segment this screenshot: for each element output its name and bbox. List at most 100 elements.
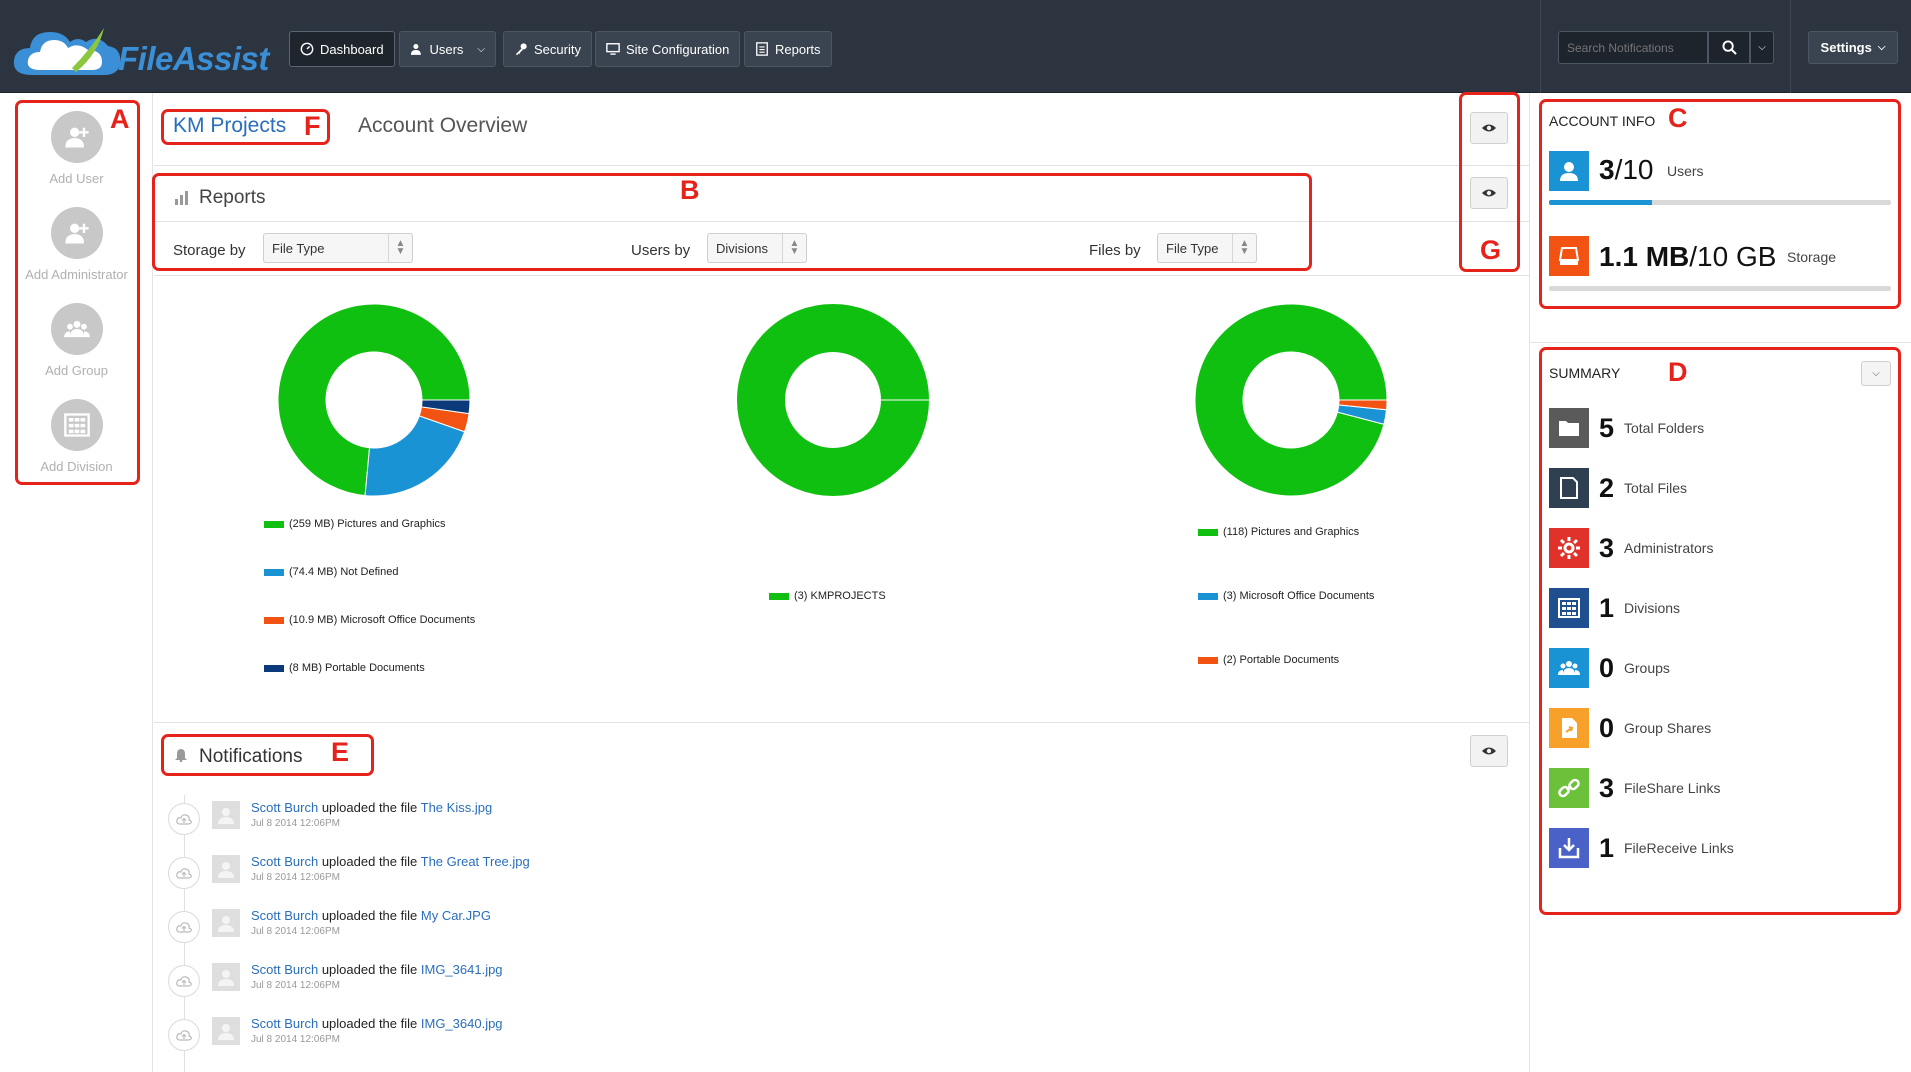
app-logo-text: FileAssist [118,40,269,77]
user-link[interactable]: Scott Burch [251,908,318,923]
chevron-down-icon: ⌵ [477,43,485,55]
notification-text: Scott Burch uploaded the file The Kiss.j… [251,800,492,815]
legend-item: (259 MB) Pictures and Graphics [264,518,446,530]
notification-item: Scott Burch uploaded the file My Car.JPG… [168,906,868,956]
legend-swatch [264,616,284,624]
monitor-icon [606,43,620,55]
toggle-notifications-button[interactable] [1470,735,1508,767]
page-title: Account Overview [358,114,528,137]
settings-button[interactable]: Settings ⌵ [1808,31,1898,64]
users-icon [410,43,421,55]
legend-item: (2) Portable Documents [1198,654,1339,666]
nav-users[interactable]: Users ⌵ [399,31,496,67]
legend-swatch [1198,528,1218,536]
user-link[interactable]: Scott Burch [251,800,318,815]
search-notifications-input[interactable] [1558,31,1708,64]
notification-time: Jul 8 2014 12:06PM [251,926,340,937]
legend-item: (3) KMPROJECTS [769,590,886,602]
notification-item: Scott Burch uploaded the file IMG_3641.j… [168,960,868,1010]
chevron-down-icon: ⌵ [1758,42,1766,53]
notification-text: Scott Burch uploaded the file The Great … [251,854,530,869]
users-by-division-chart [737,304,929,496]
annotation-label-d: D [1668,357,1688,387]
legend-label: (10.9 MB) Microsoft Office Documents [289,614,476,626]
file-link[interactable]: My Car.JPG [421,908,491,923]
files-by-file-type-chart [1194,303,1388,497]
avatar [212,801,240,829]
upload-cloud-icon [168,857,200,889]
file-link[interactable]: IMG_3640.jpg [421,1016,503,1031]
annotation-box-b [152,173,1312,271]
notification-text: Scott Burch uploaded the file IMG_3641.j… [251,962,503,977]
notification-text: Scott Burch uploaded the file IMG_3640.j… [251,1016,503,1031]
eye-icon [1482,747,1496,755]
key-icon [515,43,527,56]
notification-item: Scott Burch uploaded the file The Kiss.j… [168,798,868,848]
file-link[interactable]: IMG_3641.jpg [421,962,503,977]
notification-action: uploaded the file [321,1016,418,1031]
nav-reports[interactable]: Reports [744,31,832,67]
legend-swatch [264,568,284,576]
annotation-label-c: C [1668,103,1688,133]
file-link[interactable]: The Kiss.jpg [421,800,493,815]
nav-divider [1790,0,1791,93]
legend-label: (3) KMPROJECTS [794,590,886,602]
notification-time: Jul 8 2014 12:06PM [251,872,340,883]
legend-item: (74.4 MB) Not Defined [264,566,398,578]
legend-label: (74.4 MB) Not Defined [289,566,399,578]
notification-time: Jul 8 2014 12:06PM [251,818,340,829]
upload-cloud-icon [168,911,200,943]
annotation-label-g: G [1480,235,1502,265]
report-icon [756,42,768,56]
legend-label: (2) Portable Documents [1223,654,1340,666]
upload-cloud-icon [168,1019,200,1051]
avatar [212,855,240,883]
upload-cloud-icon [168,803,200,835]
annotation-label-f: F [304,111,321,141]
annotation-box-a [15,100,140,485]
legend-swatch [1198,656,1218,664]
user-link[interactable]: Scott Burch [251,1016,318,1031]
annotation-label-a: A [110,104,130,134]
divider [154,275,1529,276]
legend-item: (118) Pictures and Graphics [1198,526,1359,538]
nav-dashboard[interactable]: Dashboard [289,31,395,67]
annotation-label-b: B [680,175,700,205]
chevron-down-icon: ⌵ [1877,42,1886,53]
divider [154,165,1529,166]
annotation-label-e: E [331,737,350,767]
settings-label: Settings [1820,40,1872,55]
nav-site-configuration[interactable]: Site Configuration [595,31,741,67]
nav-dashboard-label: Dashboard [320,41,384,57]
notification-item: Scott Burch uploaded the file IMG_3640.j… [168,1014,868,1064]
search-button[interactable] [1708,31,1750,64]
legend-swatch [769,592,789,600]
avatar [212,963,240,991]
notification-action: uploaded the file [321,800,418,815]
legend-label: (118) Pictures and Graphics [1223,526,1360,538]
legend-swatch [264,520,284,528]
avatar [212,909,240,937]
nav-users-label: Users [429,41,464,57]
user-link[interactable]: Scott Burch [251,962,318,977]
legend-label: (3) Microsoft Office Documents [1223,590,1375,602]
legend-label: (8 MB) Portable Documents [289,662,425,674]
divider [154,722,1529,723]
upload-cloud-icon [168,965,200,997]
dashboard-icon [300,42,314,56]
file-link[interactable]: The Great Tree.jpg [421,854,530,869]
divider [1529,342,1911,343]
nav-divider [1540,0,1541,93]
legend-item: (3) Microsoft Office Documents [1198,590,1374,602]
top-navbar: FileAssist Dashboard Users ⌵ Security Si… [0,0,1911,93]
user-link[interactable]: Scott Burch [251,854,318,869]
search-options-dropdown[interactable]: ⌵ [1750,31,1774,64]
legend-swatch [264,664,284,672]
notification-item: Scott Burch uploaded the file The Great … [168,852,868,902]
notification-action: uploaded the file [321,854,418,869]
annotation-box-d [1539,347,1901,915]
nav-security[interactable]: Security [503,31,592,67]
notification-action: uploaded the file [321,908,418,923]
nav-site-configuration-label: Site Configuration [626,41,730,57]
legend-swatch [1198,592,1218,600]
